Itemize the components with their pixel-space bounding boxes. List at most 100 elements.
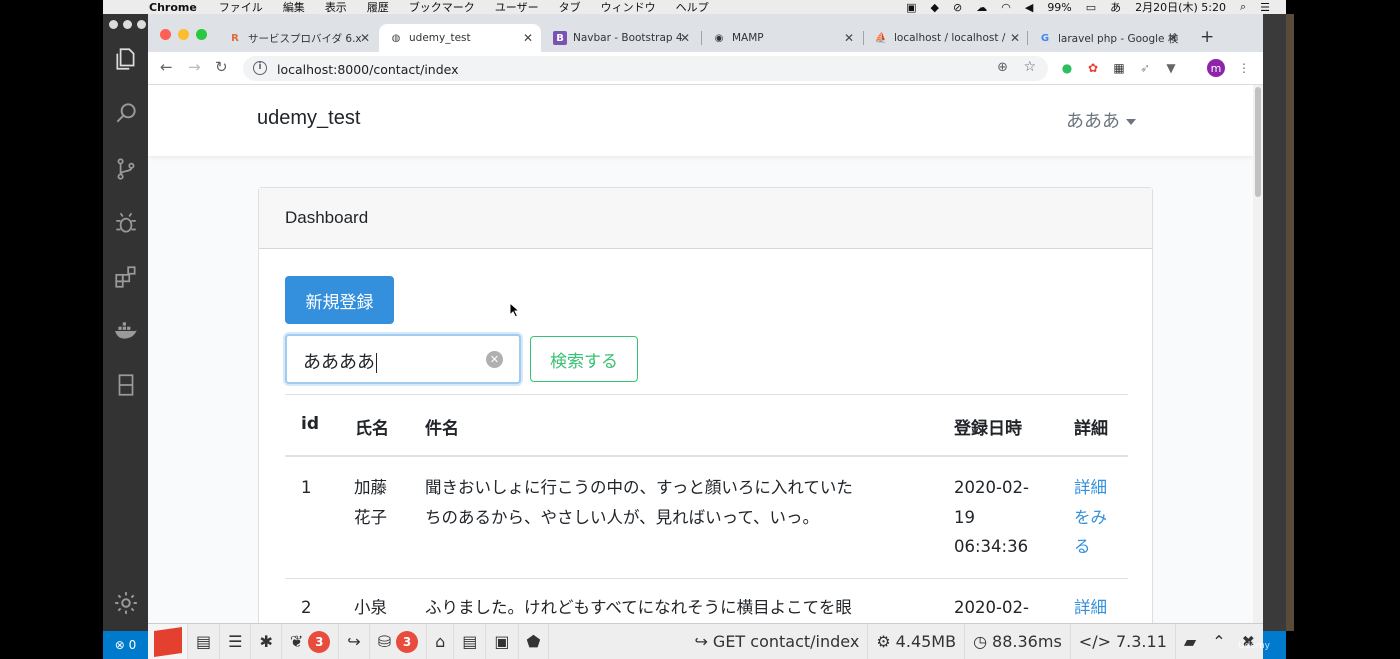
wifi-icon[interactable]: ◠ <box>1001 1 1011 14</box>
zoom-icon[interactable]: ⊕ <box>997 60 1008 75</box>
menu-window[interactable]: ウィンドウ <box>601 0 656 15</box>
source-control-icon[interactable] <box>111 154 141 184</box>
time-text: 88.36ms <box>992 632 1062 651</box>
close-tab-icon[interactable]: ✕ <box>1168 31 1178 45</box>
tab-google[interactable]: G laravel php - Google 検 ✕ <box>1028 24 1186 52</box>
maximize-dot[interactable] <box>137 20 146 29</box>
debugbar-request[interactable]: ▤ <box>454 623 487 659</box>
tab-label: サービスプロバイダ 6.x <box>248 32 362 45</box>
reload-button[interactable]: ↻ <box>215 58 228 76</box>
navbar-brand[interactable]: udemy_test <box>257 107 360 130</box>
menu-edit[interactable]: 編集 <box>283 0 305 15</box>
address-url[interactable]: localhost:8000/contact/index <box>277 62 459 77</box>
zoom-window-button[interactable] <box>196 29 207 40</box>
tab-navbar-bootstrap[interactable]: B Navbar - Bootstrap 4 ✕ <box>543 24 698 52</box>
debugbar-queries[interactable]: ⛁ 3 <box>370 623 428 659</box>
close-dot[interactable] <box>109 20 118 29</box>
laravel-logo-icon[interactable] <box>148 623 188 659</box>
colorpicker-icon[interactable]: ✿ <box>1085 60 1101 76</box>
close-tab-icon[interactable]: ✕ <box>1010 31 1020 45</box>
timeline-icon: ☰ <box>228 632 243 651</box>
debugbar-mails[interactable]: ⌂ <box>427 623 455 659</box>
debugbar-current-route[interactable]: ↪ GET contact/index <box>687 623 869 659</box>
menu-view[interactable]: 表示 <box>325 0 347 15</box>
camera-icon[interactable]: ▣ <box>906 1 916 14</box>
profile-avatar[interactable]: m <box>1207 59 1225 77</box>
page-scrollbar[interactable] <box>1253 85 1263 631</box>
new-tab-button[interactable]: + <box>1200 27 1214 47</box>
search-input[interactable]: ああああ ✕ <box>285 334 521 384</box>
volume-icon[interactable]: ◀ <box>1025 1 1033 14</box>
qrcode-icon[interactable]: ▦ <box>1111 60 1127 76</box>
clock[interactable]: 2月20日(木) 5:20 <box>1135 0 1226 15</box>
docker-icon[interactable] <box>111 316 141 346</box>
evernote-icon[interactable]: ● <box>1059 60 1075 76</box>
menu-help[interactable]: ヘルプ <box>676 0 709 15</box>
bug-icon: ✱ <box>259 632 273 651</box>
vscode-status-errors[interactable]: ⊗ 0 <box>103 631 148 659</box>
menu-bookmarks[interactable]: ブックマーク <box>409 0 475 15</box>
minimize-window-button[interactable] <box>178 29 189 40</box>
detail-link[interactable]: 詳細 <box>1074 593 1107 623</box>
debugbar-minimize-button[interactable]: ⌃ <box>1204 624 1233 659</box>
ime-indicator[interactable]: あ <box>1110 0 1121 15</box>
debugbar-messages[interactable]: ▤ <box>188 623 221 659</box>
clear-search-icon[interactable]: ✕ <box>486 351 503 368</box>
row-name: 小泉 <box>354 593 387 623</box>
site-info-icon[interactable]: i <box>253 61 267 75</box>
close-tab-icon[interactable]: ✕ <box>844 31 854 45</box>
debugbar-php-version[interactable]: </> 7.3.11 <box>1071 623 1176 659</box>
debugbar-memory[interactable]: ⚙ 4.45MB <box>868 623 966 659</box>
debugbar-timeline[interactable]: ☰ <box>220 623 252 659</box>
explorer-icon[interactable] <box>111 44 141 74</box>
menu-history[interactable]: 履歴 <box>367 0 389 15</box>
debugbar-tags[interactable]: ⬟ <box>519 623 550 659</box>
debugbar-views[interactable]: ❦ 3 <box>282 623 340 659</box>
close-tab-icon[interactable]: ✕ <box>523 31 533 45</box>
vue-devtools-icon[interactable]: ▼ <box>1163 60 1179 76</box>
cloud-icon[interactable]: ☁ <box>976 1 987 14</box>
spotlight-icon[interactable]: ⌕ <box>1240 0 1246 14</box>
debugbar-time[interactable]: ◷ 88.36ms <box>965 623 1071 659</box>
debugbar-route[interactable]: ↪ <box>339 623 370 659</box>
debugbar-open-button[interactable]: ▰ <box>1176 624 1204 659</box>
tab-udemy-test[interactable]: ◍ udemy_test ✕ <box>379 24 541 52</box>
battery-text[interactable]: 99% <box>1047 1 1071 14</box>
row-id: 2 <box>301 598 312 617</box>
debugbar-exceptions[interactable]: ✱ <box>251 623 282 659</box>
notification-icon[interactable]: ☰ <box>1260 1 1270 14</box>
address-bar[interactable]: i localhost:8000/contact/index ⊕ ☆ <box>243 56 1048 81</box>
menu-file[interactable]: ファイル <box>219 0 263 15</box>
tab-service-provider[interactable]: R サービスプロバイダ 6.x ✕ <box>218 24 378 52</box>
settings-gear-icon[interactable] <box>111 588 141 618</box>
back-button[interactable]: ← <box>160 58 173 76</box>
minimize-dot[interactable] <box>123 20 132 29</box>
tab-mamp[interactable]: ◉ MAMP ✕ <box>702 24 862 52</box>
detail-link[interactable]: 詳細 をみ る <box>1074 473 1107 562</box>
extensions-icon[interactable] <box>111 262 141 292</box>
tab-phpmyadmin[interactable]: ⛵ localhost / localhost / ✕ <box>864 24 1028 52</box>
scrollbar-thumb[interactable] <box>1255 87 1261 197</box>
close-window-button[interactable] <box>160 29 171 40</box>
menu-user[interactable]: ユーザー <box>495 0 539 15</box>
new-registration-button[interactable]: 新規登録 <box>285 276 394 324</box>
close-tab-icon[interactable]: ✕ <box>360 31 370 45</box>
udemy-watermark: Udemy <box>1238 641 1270 651</box>
forward-button[interactable]: → <box>188 58 201 76</box>
debugbar-session[interactable]: ▣ <box>486 623 519 659</box>
menu-tab[interactable]: タブ <box>559 0 581 15</box>
chrome-menu-icon[interactable]: ⋮ <box>1236 60 1252 76</box>
traffic-lights <box>160 29 207 40</box>
bookmark-star-icon[interactable]: ☆ <box>1023 59 1036 75</box>
search-icon[interactable] <box>111 98 141 128</box>
row-subject: 聞きおいしょに行こうの中の、すっと顔いろに入れていた ちのあるから、やさしい人が… <box>425 473 853 532</box>
user-dropdown[interactable]: あああ <box>1066 107 1136 133</box>
menubar-app-name[interactable]: Chrome <box>149 1 197 14</box>
search-button[interactable]: 検索する <box>530 336 638 382</box>
close-tab-icon[interactable]: ✕ <box>680 31 690 45</box>
cursor-extension-icon[interactable]: ➶ <box>1137 60 1153 76</box>
dropbox-icon[interactable]: ◆ <box>931 1 939 14</box>
remote-explorer-icon[interactable] <box>111 370 141 400</box>
nosign-icon[interactable]: ⊘ <box>953 1 962 14</box>
debug-icon[interactable] <box>111 208 141 238</box>
